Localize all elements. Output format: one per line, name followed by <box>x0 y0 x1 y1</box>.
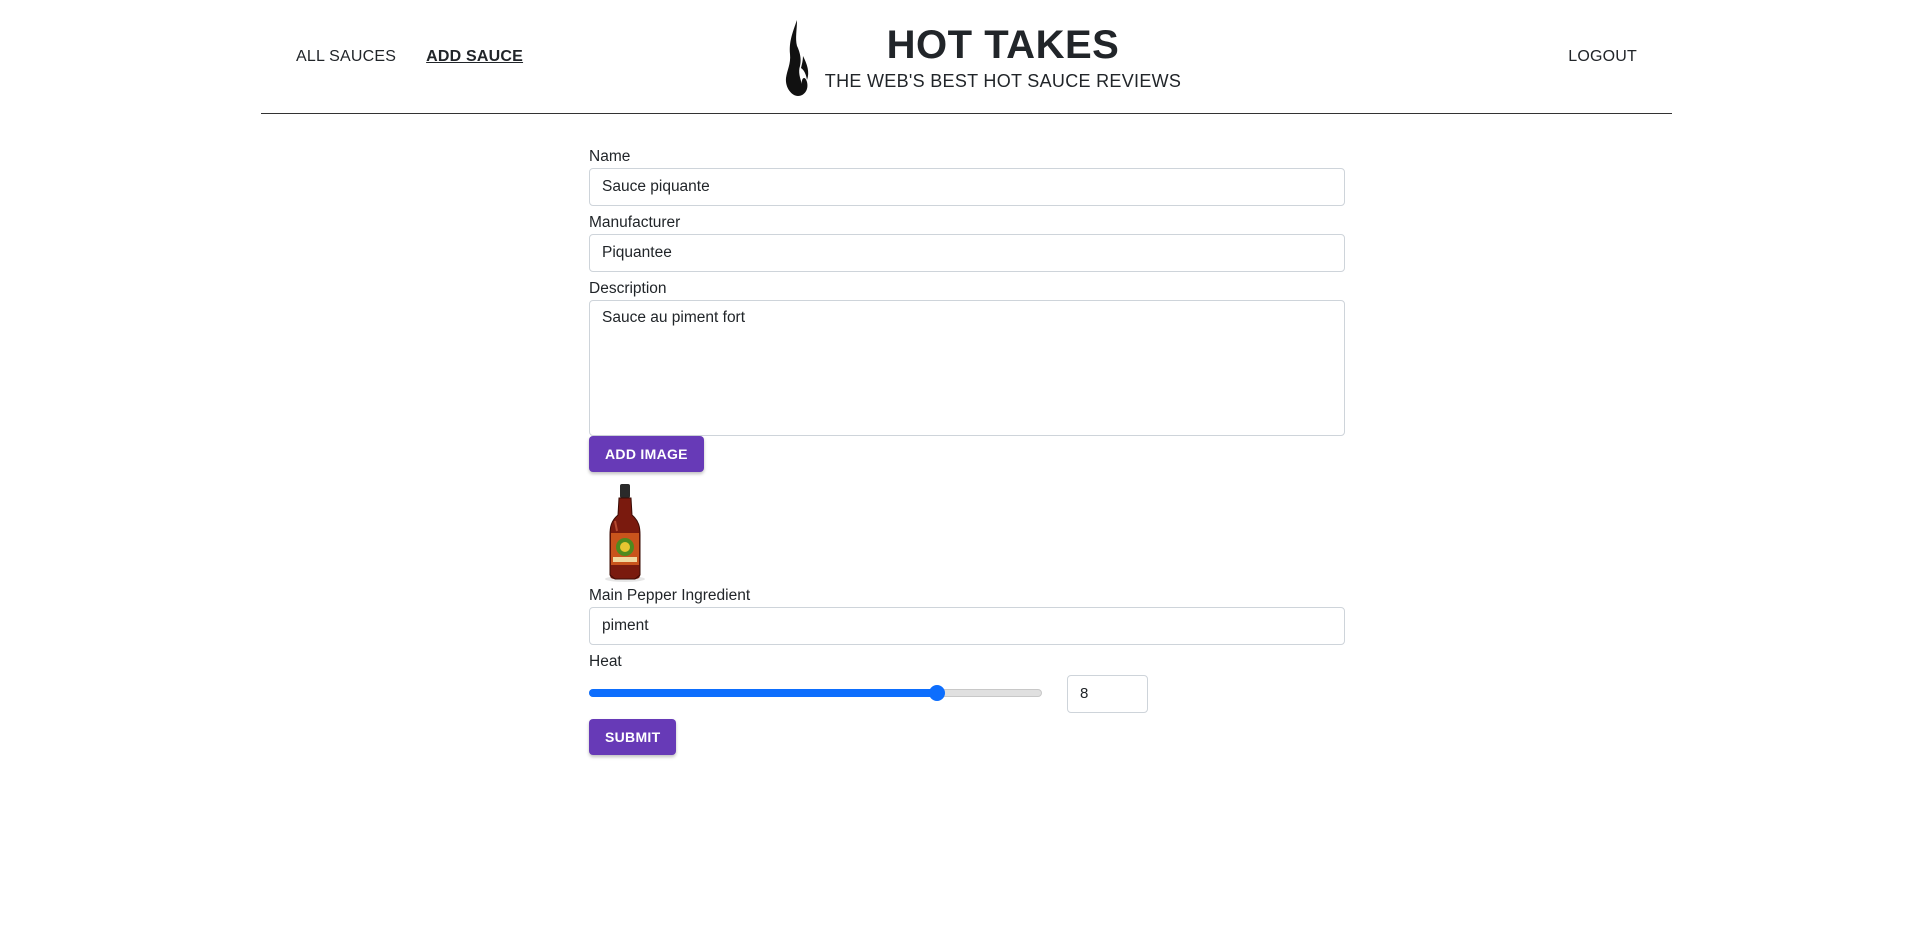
brand-subtitle: THE WEB'S BEST HOT SAUCE REVIEWS <box>824 71 1182 91</box>
description-textarea[interactable]: Sauce au piment fort <box>589 300 1345 436</box>
add-sauce-form: Name Sauce piquante Manufacturer Piquant… <box>589 146 1345 755</box>
name-label: Name <box>589 148 631 165</box>
nav-all-sauces[interactable]: ALL SAUCES <box>296 48 396 66</box>
manufacturer-input[interactable]: Piquantee <box>589 234 1345 272</box>
heat-control: 8 <box>589 673 1345 713</box>
description-label: Description <box>589 280 667 297</box>
brand-title: HOT TAKES <box>886 23 1120 67</box>
slider-fill <box>589 689 937 697</box>
nav-add-sauce[interactable]: ADD SAUCE <box>426 48 523 66</box>
hot-sauce-bottle-image <box>605 484 645 582</box>
submit-button[interactable]: SUBMIT <box>589 719 677 755</box>
slider-thumb[interactable] <box>928 685 945 701</box>
pepper-input[interactable]: piment <box>589 607 1345 645</box>
heat-slider[interactable] <box>589 685 1042 701</box>
logout-link[interactable]: LOGOUT <box>1568 48 1637 65</box>
main-nav: ALL SAUCES ADD SAUCE <box>296 48 523 66</box>
manufacturer-label: Manufacturer <box>589 214 681 231</box>
flame-icon <box>785 20 809 96</box>
heat-value-input[interactable]: 8 <box>1067 675 1148 713</box>
brand: HOT TAKES THE WEB'S BEST HOT SAUCE REVIE… <box>783 18 1183 98</box>
heat-label: Heat <box>589 653 622 670</box>
add-image-button[interactable]: ADD IMAGE <box>589 436 704 472</box>
pepper-label: Main Pepper Ingredient <box>589 587 751 604</box>
site-header: ALL SAUCES ADD SAUCE HOT TAKES THE WEB'S… <box>261 0 1672 114</box>
name-input[interactable]: Sauce piquante <box>589 168 1345 206</box>
